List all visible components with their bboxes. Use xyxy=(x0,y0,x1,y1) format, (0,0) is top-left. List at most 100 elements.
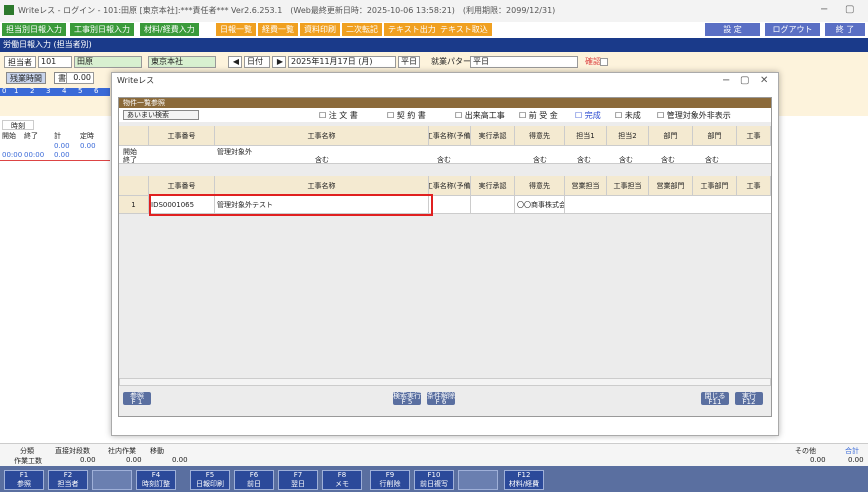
col-extra[interactable]: 工事 xyxy=(737,176,771,195)
col-name[interactable]: 工事名称 xyxy=(215,176,429,195)
filter-contains-3[interactable]: 含む xyxy=(577,155,591,165)
next-day-button[interactable]: ▶ xyxy=(272,56,286,68)
pattern-select[interactable]: 平日 xyxy=(470,56,578,68)
col-sales-dept[interactable]: 営業部門 xyxy=(649,176,693,195)
menu-keihi-list[interactable]: 経費一覧 xyxy=(258,23,298,36)
fkey-f4[interactable]: F4 時刻訂整 xyxy=(136,470,176,490)
menu-tanto-nippo[interactable]: 担当別日報入力 xyxy=(2,23,66,36)
fkey-f1[interactable]: F1 参照 xyxy=(4,470,44,490)
row-start[interactable]: 00:00 xyxy=(2,151,22,159)
title-bar: Writeレス - ログイン - 101:田原 [東京本社]:***責任者***… xyxy=(0,0,868,22)
summary-total-label: 合計 xyxy=(845,447,859,455)
dialog-title: Writeレス xyxy=(112,73,778,89)
selection-highlight xyxy=(149,194,433,216)
col-name-sub[interactable]: 工事名称(予備) xyxy=(429,176,471,195)
fkey-f9[interactable]: F9 行削除 xyxy=(370,470,410,490)
exit-button[interactable]: 終 了 xyxy=(825,23,865,36)
filter-input-row: 開始 終了 管理対象外 含む 含む 含む 含む 含む 含む 含む xyxy=(119,146,771,164)
summary-h1: 直接対段数 xyxy=(55,447,90,455)
logout-button[interactable]: ログアウト xyxy=(765,23,820,36)
dialog-close-icon[interactable]: ✕ xyxy=(760,75,768,86)
col-total: 計 xyxy=(54,132,61,140)
col-work-dept[interactable]: 工事部門 xyxy=(693,176,737,195)
filter-contains-4[interactable]: 含む xyxy=(619,155,633,165)
fkey-f6[interactable]: F6 前日 xyxy=(234,470,274,490)
tanto-code-input[interactable]: 101 xyxy=(38,56,72,68)
summary-h0: 分類 xyxy=(20,447,34,455)
overtime-hours: 0.00 xyxy=(66,72,94,84)
summary-v1: 0.00 xyxy=(126,456,142,464)
horizontal-scrollbar[interactable] xyxy=(119,378,771,386)
filter-name-contains[interactable]: 含む xyxy=(315,155,329,165)
filter-contains-5[interactable]: 含む xyxy=(661,155,675,165)
fkey-f7[interactable]: F7 翌日 xyxy=(278,470,318,490)
summary-v2: 0.00 xyxy=(172,456,188,464)
ref-button[interactable]: 参照 F 1 xyxy=(123,392,151,406)
check-advance[interactable]: ☐ 前 受 金 xyxy=(519,110,558,121)
filter-name-start[interactable]: 管理対象外 xyxy=(217,147,252,157)
menu-nippo-list[interactable]: 日報一覧 xyxy=(216,23,256,36)
confirm-checkbox[interactable] xyxy=(600,58,608,66)
menu-material[interactable]: 材料/経費入力 xyxy=(140,23,199,36)
fkey-f5[interactable]: F5 日報印刷 xyxy=(190,470,230,490)
panel-title: 物件一覧参照 xyxy=(119,98,771,108)
dialog-panel: 物件一覧参照 あいまい検索 ☐ 注 文 書 ☐ 契 約 書 ☐ 出来高工事 ☐ … xyxy=(118,97,772,417)
date-value[interactable]: 2025年11月17日 (月) xyxy=(288,56,396,68)
time-header: 時刻 xyxy=(2,120,34,130)
search-button[interactable]: 検索実行 F 5 xyxy=(393,392,421,406)
row-divider xyxy=(0,160,110,161)
property-list-dialog: Writeレス − ▢ ✕ 物件一覧参照 あいまい検索 ☐ 注 文 書 ☐ 契 … xyxy=(111,72,779,436)
check-order[interactable]: ☐ 注 文 書 xyxy=(319,110,358,121)
fkey-f8[interactable]: F8 メモ xyxy=(322,470,362,490)
close-button[interactable]: 閉じる F11 xyxy=(701,392,729,406)
menu-kouji-nippo[interactable]: 工事別日報入力 xyxy=(70,23,134,36)
check-incomplete[interactable]: ☐ 未成 xyxy=(615,110,641,121)
summary-h3: 移動 xyxy=(150,447,164,455)
fkey-f11[interactable] xyxy=(458,470,498,490)
prev-day-button[interactable]: ◀ xyxy=(228,56,242,68)
col-customer[interactable]: 得意先 xyxy=(515,176,565,195)
window-title: Writeレス - ログイン - 101:田原 [東京本社]:***責任者***… xyxy=(18,6,556,15)
check-complete[interactable]: ☐ 完成 xyxy=(575,110,601,121)
summary-total-value: 0.00 xyxy=(848,456,864,464)
col-approval[interactable]: 実行承認 xyxy=(471,176,515,195)
filter-contains-1[interactable]: 含む xyxy=(437,155,451,165)
summary-bar: 分類 直接対段数 社内作業 移動 作業工数 0.00 0.00 0.00 その他… xyxy=(0,443,868,466)
total-value: 0.00 xyxy=(54,142,70,150)
col-regular: 定時 xyxy=(80,132,94,140)
row-end[interactable]: 00:00 xyxy=(24,151,44,159)
check-hide-unmanaged[interactable]: ☐ 管理対象外非表示 xyxy=(657,110,731,121)
summary-row-label: 作業工数 xyxy=(14,457,42,465)
exec-button[interactable]: 実行 F12 xyxy=(735,392,763,406)
weekday-type: 平日 xyxy=(398,56,420,68)
menu-text-out[interactable]: テキスト出力 xyxy=(384,23,440,36)
dialog-minimize-icon[interactable]: − xyxy=(722,75,730,86)
check-progress[interactable]: ☐ 出来高工事 xyxy=(455,110,505,121)
fuzzy-search-button[interactable]: あいまい検索 xyxy=(123,110,199,120)
date-label: 日付 xyxy=(244,56,270,68)
menu-text-in[interactable]: テキスト取込 xyxy=(436,23,492,36)
fkey-f3[interactable] xyxy=(92,470,132,490)
fkey-f12[interactable]: F12 材料/経費 xyxy=(504,470,544,490)
col-sales-person[interactable]: 営業担当 xyxy=(565,176,607,195)
col-code[interactable]: 工事番号 xyxy=(149,176,215,195)
menu-print[interactable]: 資料印刷 xyxy=(300,23,340,36)
settings-button[interactable]: 設 定 xyxy=(705,23,760,36)
fkey-f10[interactable]: F10 前日複写 xyxy=(414,470,454,490)
time-table: 時刻 開始 終了 計 定時 0.00 0.00 00:00 00:00 0.00 xyxy=(0,118,110,428)
col-work-person[interactable]: 工事担当 xyxy=(607,176,649,195)
maximize-icon[interactable]: ▢ xyxy=(845,4,854,15)
summary-other-label: その他 xyxy=(795,447,816,455)
dialog-maximize-icon[interactable]: ▢ xyxy=(740,75,749,86)
check-contract[interactable]: ☐ 契 約 書 xyxy=(387,110,426,121)
fkey-f2[interactable]: F2 担当者 xyxy=(48,470,88,490)
menu-niji[interactable]: 二次転記 xyxy=(342,23,382,36)
filter-contains-6[interactable]: 含む xyxy=(705,155,719,165)
tanto-label: 担当者 xyxy=(4,56,36,68)
clear-button[interactable]: 条件解除 F 6 xyxy=(427,392,455,406)
minimize-icon[interactable]: − xyxy=(820,4,828,15)
overtime-label: 残業時間 xyxy=(6,72,46,84)
filter-contains-2[interactable]: 含む xyxy=(533,155,547,165)
col-end: 終了 xyxy=(24,132,38,140)
filter-header-row: 工事番号 工事名称 工事名称(予備) 実行承認 得意先 担当1 担当2 部門 部… xyxy=(119,126,771,146)
